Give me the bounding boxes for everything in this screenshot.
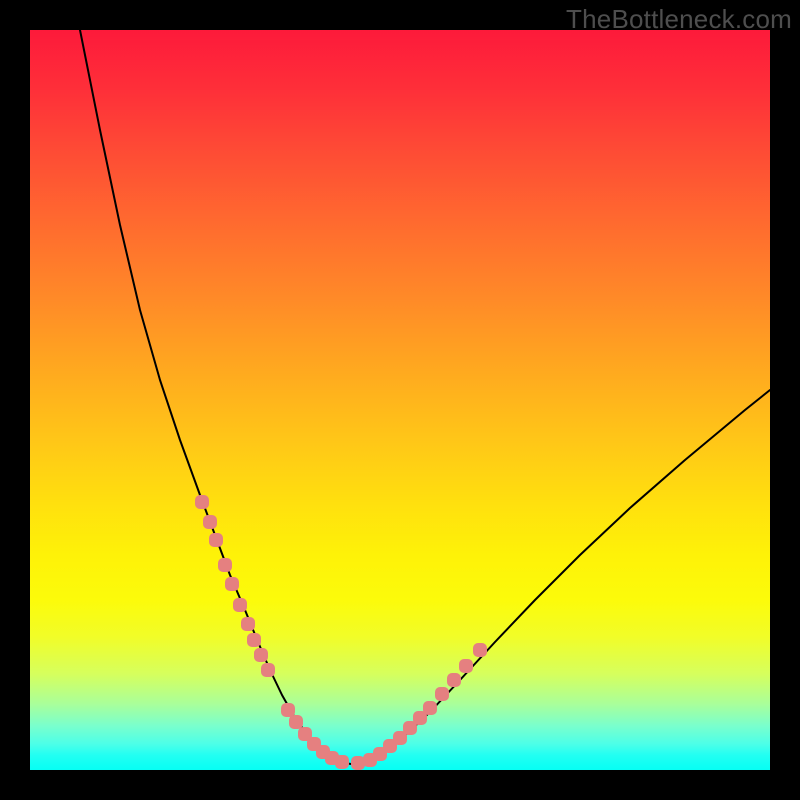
marker-layer — [195, 495, 487, 770]
data-marker — [447, 673, 461, 687]
data-marker — [218, 558, 232, 572]
data-marker — [195, 495, 209, 509]
data-marker — [247, 633, 261, 647]
data-marker — [289, 715, 303, 729]
bottleneck-curve — [80, 30, 770, 764]
data-marker — [209, 533, 223, 547]
data-marker — [423, 701, 437, 715]
data-marker — [351, 756, 365, 770]
data-marker — [254, 648, 268, 662]
data-marker — [459, 659, 473, 673]
data-marker — [473, 643, 487, 657]
curve-svg — [30, 30, 770, 770]
data-marker — [335, 755, 349, 769]
data-marker — [261, 663, 275, 677]
data-marker — [281, 703, 295, 717]
data-marker — [233, 598, 247, 612]
data-marker — [225, 577, 239, 591]
chart-frame: TheBottleneck.com — [0, 0, 800, 800]
plot-area — [30, 30, 770, 770]
data-marker — [435, 687, 449, 701]
data-marker — [203, 515, 217, 529]
data-marker — [241, 617, 255, 631]
